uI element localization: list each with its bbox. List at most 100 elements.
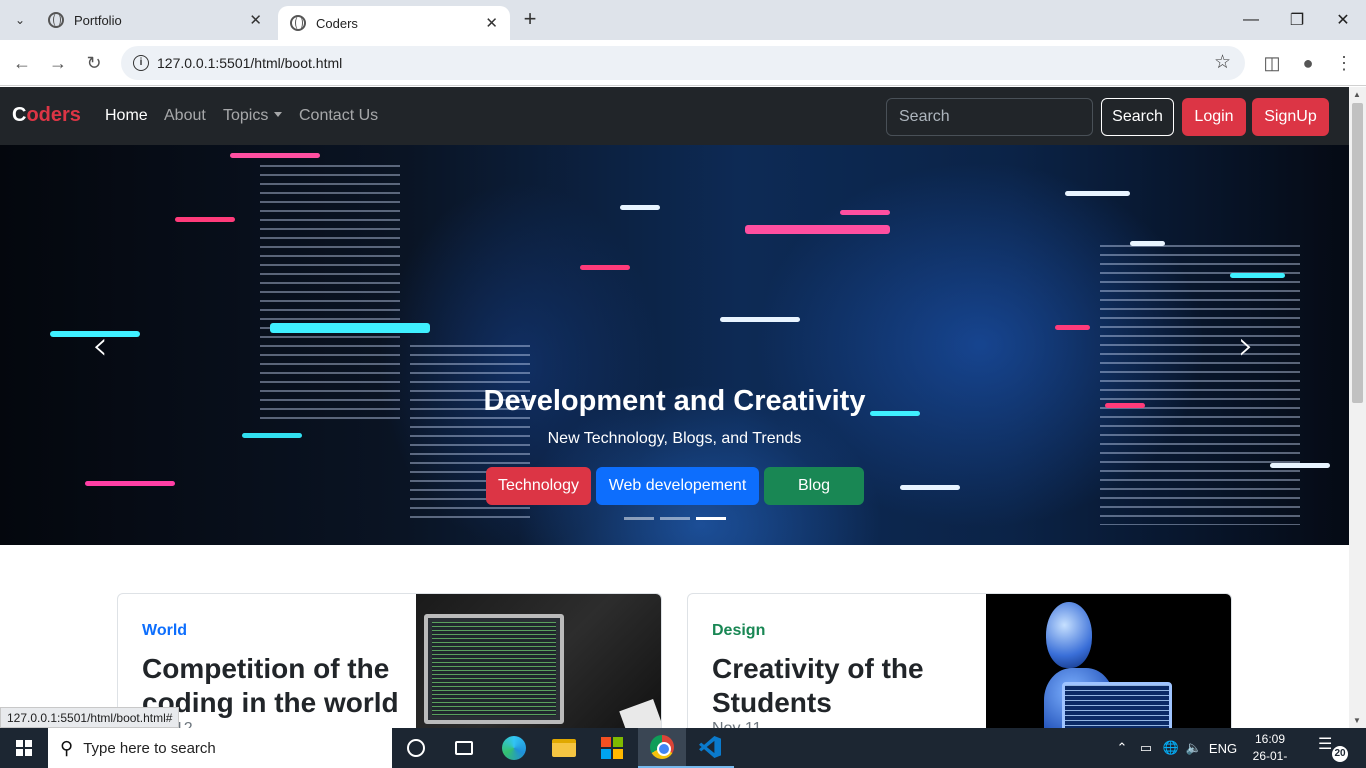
forward-arrow-icon[interactable]: →	[44, 49, 72, 77]
web-development-button[interactable]: Web developement	[596, 467, 759, 505]
close-icon[interactable]: ✕	[485, 14, 498, 32]
side-panel-icon[interactable]: ◫	[1258, 49, 1286, 77]
profile-icon[interactable]: ●	[1294, 49, 1322, 77]
carousel-bg-streak	[1230, 273, 1285, 278]
nav-home[interactable]: Home	[105, 107, 148, 125]
signup-button[interactable]: SignUp	[1252, 98, 1329, 136]
navbar: Coders Home About Topics Contact Us Sear…	[0, 87, 1349, 145]
vscode-button[interactable]	[686, 728, 734, 768]
clock-time: 16:09	[1254, 732, 1286, 746]
hero-carousel: ‹ › Development and Creativity New Techn…	[0, 145, 1349, 545]
cortana-icon	[407, 739, 425, 757]
carousel-indicator-1[interactable]	[624, 517, 654, 520]
notification-icon[interactable]: ☰ 20	[1318, 734, 1348, 762]
back-arrow-icon[interactable]: ←	[8, 49, 36, 77]
paper-illustration	[619, 699, 661, 728]
cortana-button[interactable]	[392, 728, 440, 768]
carousel-title: Development and Creativity	[483, 385, 866, 417]
login-button[interactable]: Login	[1182, 98, 1246, 136]
clock-date: 26-01-2024	[1252, 749, 1288, 768]
carousel-indicator-3[interactable]	[696, 517, 726, 520]
card-image-laptop	[416, 594, 661, 728]
nav-topics-dropdown[interactable]: Topics	[223, 107, 283, 125]
card-category: World	[142, 622, 188, 639]
taskbar-search[interactable]: ⚲ Type here to search	[48, 728, 392, 768]
file-explorer-icon	[552, 739, 576, 757]
plus-icon[interactable]: +	[518, 8, 542, 32]
address-bar[interactable]: i 127.0.0.1:5501/html/boot.html ☆	[121, 46, 1245, 80]
edge-button[interactable]	[490, 728, 538, 768]
carousel-prev-icon[interactable]: ‹	[92, 323, 108, 369]
task-view-icon	[455, 741, 473, 755]
technology-button[interactable]: Technology	[486, 467, 591, 505]
carousel-bg-streak	[745, 225, 890, 234]
search-button[interactable]: Search	[1101, 98, 1174, 136]
tab-search-chevron-down-icon[interactable]: ⌄	[6, 6, 34, 34]
store-button[interactable]	[588, 728, 636, 768]
windows-icon	[16, 740, 32, 756]
search-input[interactable]	[886, 98, 1093, 136]
nav-about[interactable]: About	[164, 107, 206, 125]
language-indicator[interactable]: ENG	[1208, 728, 1238, 768]
taskbar-clock[interactable]: 16:09 26-01-2024	[1240, 731, 1300, 768]
carousel-bg-streak	[840, 210, 890, 215]
figure-screen	[1062, 682, 1172, 728]
start-button[interactable]	[0, 728, 48, 768]
scroll-down-icon[interactable]: ▼	[1353, 716, 1361, 725]
card-date: Nov 11	[712, 720, 762, 728]
carousel-bg-streak	[85, 481, 175, 486]
carousel-indicator-2[interactable]	[660, 517, 690, 520]
file-explorer-button[interactable]	[540, 728, 588, 768]
globe-icon	[290, 15, 306, 31]
task-view-button[interactable]	[440, 728, 488, 768]
star-icon[interactable]: ☆	[1214, 51, 1231, 74]
network-globe-icon[interactable]: 🌐	[1160, 728, 1182, 768]
blog-button[interactable]: Blog	[764, 467, 864, 505]
card-heading: Creativity of the Students	[712, 653, 924, 718]
card-category: Design	[712, 622, 766, 639]
reload-icon[interactable]: ↻	[80, 49, 108, 77]
volume-icon[interactable]: 🔈	[1184, 728, 1204, 768]
tab-coders[interactable]: Coders ✕	[278, 6, 510, 40]
carousel-subtitle: New Technology, Blogs, and Trends	[547, 430, 802, 447]
restore-button[interactable]: ❐	[1274, 0, 1320, 40]
info-icon[interactable]: i	[133, 55, 149, 71]
taskbar: ⚲ Type here to search ⌃ ▭ 🌐 🔈 ENG 16:09 …	[0, 728, 1366, 768]
carousel-bg-streak	[580, 265, 630, 270]
scrollbar-thumb[interactable]	[1352, 103, 1363, 403]
minimize-button[interactable]: —	[1228, 0, 1274, 40]
carousel-bg-streak	[1065, 191, 1130, 196]
edge-icon	[502, 736, 526, 760]
carousel-bg-streak	[270, 323, 430, 333]
tab-portfolio[interactable]: Portfolio ✕	[36, 0, 274, 40]
nav-contact[interactable]: Contact Us	[299, 107, 378, 125]
tab-title: Coders	[316, 15, 358, 31]
carousel-bg-streak	[720, 317, 800, 322]
url-text[interactable]: 127.0.0.1:5501/html/boot.html	[157, 55, 342, 71]
chrome-button[interactable]	[638, 728, 686, 768]
browser-tabstrip: ⌄ Portfolio ✕ Coders ✕ + — ❐ ✕	[0, 0, 1366, 40]
close-icon[interactable]: ✕	[249, 11, 262, 29]
scroll-up-icon[interactable]: ▲	[1353, 90, 1361, 99]
carousel-bg-streak	[1270, 463, 1330, 468]
carousel-bg-streak	[175, 217, 235, 222]
caret-down-icon	[274, 112, 283, 117]
carousel-next-icon[interactable]: ›	[1238, 323, 1254, 369]
battery-icon[interactable]: ▭	[1136, 728, 1156, 768]
more-icon[interactable]: ⋮	[1330, 49, 1358, 77]
brand-logo[interactable]: Coders	[12, 104, 81, 127]
notification-count: 20	[1332, 746, 1348, 762]
tray-chevron-up-icon[interactable]: ⌃	[1112, 728, 1132, 768]
page-scrollbar[interactable]: ▲ ▼	[1349, 87, 1366, 728]
featured-card-design[interactable]: Design Creativity of the Students Nov 11	[687, 593, 1232, 728]
carousel-bg-streak	[1130, 241, 1165, 246]
browser-toolbar: ← → ↻ i 127.0.0.1:5501/html/boot.html ☆ …	[0, 40, 1366, 86]
featured-card-world[interactable]: World Competition of the coding in the w…	[117, 593, 662, 728]
page-viewport: Coders Home About Topics Contact Us Sear…	[0, 87, 1349, 728]
tab-title: Portfolio	[74, 12, 122, 28]
carousel-bg-streak	[900, 485, 960, 490]
taskbar-search-placeholder: Type here to search	[83, 739, 216, 757]
chrome-icon	[650, 735, 674, 759]
close-window-button[interactable]: ✕	[1320, 0, 1366, 40]
carousel-bg-streak	[230, 153, 320, 158]
